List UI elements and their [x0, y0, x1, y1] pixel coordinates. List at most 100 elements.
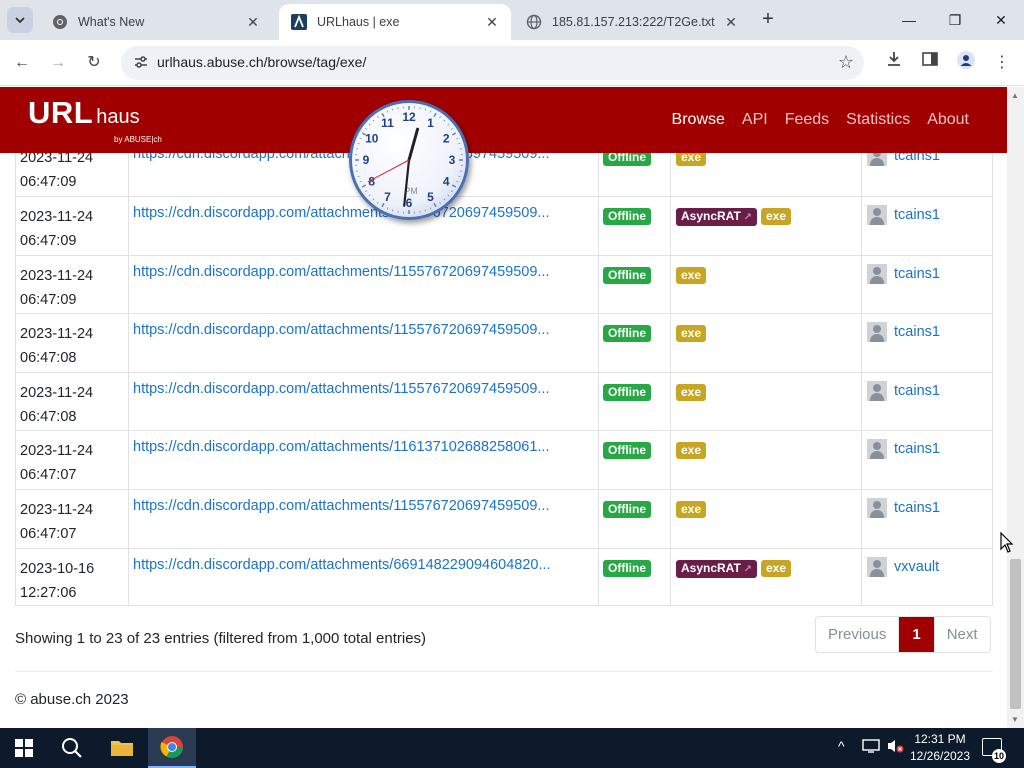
reporter-link[interactable]: vxvault	[867, 557, 939, 577]
tag-exe-badge[interactable]: exe	[676, 501, 707, 518]
malware-url-link[interactable]: https://cdn.discordapp.com/attachments/6…	[133, 557, 551, 573]
malware-url-link[interactable]: https://cdn.discordapp.com/attachments/1…	[133, 322, 550, 338]
forward-button[interactable]: →	[45, 50, 71, 76]
back-button[interactable]: ←	[9, 50, 35, 76]
close-tab-icon[interactable]: ✕	[483, 13, 501, 31]
side-panel-icon[interactable]	[917, 50, 943, 76]
download-icon[interactable]	[881, 50, 907, 76]
scroll-thumb[interactable]	[1010, 559, 1021, 709]
taskbar-time: 12:31 PM	[914, 732, 966, 746]
close-window-button[interactable]: ✕	[986, 6, 1016, 34]
reload-button[interactable]: ↻	[81, 50, 107, 76]
chrome-taskbar-button[interactable]	[148, 728, 196, 768]
clock-tick	[372, 119, 375, 122]
malware-url-link[interactable]: https://cdn.discordapp.com/attachments/1…	[133, 264, 550, 280]
nav-statistics[interactable]: Statistics	[846, 111, 910, 129]
malware-url-link[interactable]: https://cdn.discordapp.com/attachments/1…	[133, 498, 550, 514]
minimize-button[interactable]: —	[894, 6, 924, 34]
status-badge: Offline	[603, 442, 651, 459]
desktop-analog-clock[interactable]: 12 1 2 3 4 5 6 7 8 9 10 11 PM	[349, 100, 469, 220]
tag-exe-badge[interactable]: exe	[761, 560, 792, 577]
urlhaus-logo[interactable]: URL haus by ABUSE|ch	[28, 95, 162, 144]
tab-search-button[interactable]	[7, 7, 33, 33]
tag-exe-badge[interactable]: exe	[676, 384, 707, 401]
clock-tick	[458, 142, 461, 145]
clock-numeral: 4	[443, 175, 450, 189]
clock-tick	[376, 116, 379, 119]
tab-t2ge[interactable]: 185.81.157.213:222/T2Ge.txt ✕	[514, 4, 750, 40]
table-info: Showing 1 to 23 of 23 entries (filtered …	[15, 630, 427, 647]
search-taskbar-button[interactable]	[48, 728, 96, 768]
pagination-previous[interactable]: Previous	[816, 617, 900, 652]
new-tab-button[interactable]: +	[756, 8, 780, 32]
cell-border	[861, 549, 862, 605]
reporter-link[interactable]: tcains1	[867, 381, 940, 401]
scroll-up-icon[interactable]: ▲	[1011, 91, 1019, 100]
close-tab-icon[interactable]: ✕	[244, 13, 262, 31]
page-scrollbar[interactable]: ▲ ▼	[1007, 87, 1024, 728]
scroll-down-icon[interactable]: ▼	[1011, 715, 1019, 724]
dateadded-cell: 2023-10-16 12:27:06	[20, 557, 94, 605]
status-badge: Offline	[603, 325, 651, 342]
cell-border	[992, 197, 993, 255]
nav-about[interactable]: About	[927, 111, 969, 129]
tag-exe-badge[interactable]: exe	[676, 325, 707, 342]
menu-kebab-icon[interactable]: ⋮	[989, 50, 1015, 76]
date-text: 2023-11-24	[20, 385, 94, 401]
close-tab-icon[interactable]: ✕	[722, 13, 740, 31]
tab-strip: What's New ✕ URLhaus | exe ✕ 185.81.157.…	[0, 0, 1024, 40]
clock-numeral: 12	[402, 110, 416, 124]
tag-exe-badge[interactable]: exe	[676, 442, 707, 459]
tag-asyncrat-badge[interactable]: AsyncRAT ↗	[676, 208, 757, 226]
browser-toolbar: ← → ↻ urlhaus.abuse.ch/browse/tag/exe/ ☆…	[0, 40, 1024, 86]
file-explorer-button[interactable]	[98, 728, 146, 768]
dateadded-cell: 2023-11-24 06:47:08	[20, 381, 93, 429]
cell-border	[128, 314, 129, 372]
dateadded-cell: 2023-11-24 06:47:09	[20, 205, 93, 253]
cell-border	[15, 549, 16, 605]
tag-asyncrat-badge[interactable]: AsyncRAT ↗	[676, 560, 757, 578]
reporter-link[interactable]: tcains1	[867, 264, 940, 284]
pagination-next[interactable]: Next	[935, 617, 990, 652]
reporter-link[interactable]: tcains1	[867, 439, 940, 459]
nav-browse[interactable]: Browse	[672, 111, 725, 129]
taskbar-clock[interactable]: 12:31 PM 12/26/2023	[907, 731, 973, 765]
tab-urlhaus[interactable]: URLhaus | exe ✕	[279, 4, 511, 40]
clock-tick	[391, 108, 394, 111]
footer-divider	[15, 671, 993, 672]
table-row: 2023-10-16 12:27:06 https://cdn.discordapp…	[15, 548, 993, 606]
clock-tick	[433, 112, 437, 118]
date-text: 2023-11-24	[20, 502, 94, 518]
malware-url-link[interactable]: https://cdn.discordapp.com/attachments/1…	[133, 205, 550, 221]
reporter-link[interactable]: tcains1	[867, 498, 940, 518]
clock-numeral: 3	[449, 153, 456, 167]
network-icon[interactable]	[862, 738, 880, 757]
profile-icon[interactable]	[953, 50, 979, 76]
show-hidden-icons-chevron-icon[interactable]: ^	[838, 738, 845, 754]
reporter-name: vxvault	[894, 559, 940, 575]
malware-url-link[interactable]: https://cdn.discordapp.com/attachments/1…	[133, 381, 550, 397]
reporter-link[interactable]: tcains1	[867, 205, 940, 225]
start-button[interactable]	[0, 728, 48, 768]
external-link-icon: ↗	[740, 212, 752, 223]
clock-tick	[372, 198, 375, 201]
clock-tick	[357, 142, 360, 145]
reporter-name: tcains1	[894, 207, 940, 223]
malware-url-link[interactable]: https://cdn.discordapp.com/attachments/1…	[133, 439, 550, 455]
bookmark-star-icon[interactable]: ☆	[838, 52, 854, 73]
site-info-icon[interactable]	[133, 54, 151, 72]
chrome-icon	[52, 14, 68, 30]
tab-whats-new[interactable]: What's New ✕	[40, 4, 272, 40]
nav-api[interactable]: API	[742, 111, 768, 129]
reporter-link[interactable]: tcains1	[867, 322, 940, 342]
clock-tick	[386, 110, 389, 113]
nav-feeds[interactable]: Feeds	[785, 111, 829, 129]
volume-muted-icon[interactable]	[886, 738, 904, 757]
cell-border	[861, 256, 862, 313]
tag-exe-badge[interactable]: exe	[761, 208, 792, 225]
pagination-page-1[interactable]: 1	[899, 617, 935, 652]
restore-button[interactable]: ❐	[940, 6, 970, 34]
address-bar[interactable]: urlhaus.abuse.ch/browse/tag/exe/ ☆	[121, 46, 864, 80]
user-avatar-icon	[867, 557, 887, 577]
tag-exe-badge[interactable]: exe	[676, 267, 707, 284]
